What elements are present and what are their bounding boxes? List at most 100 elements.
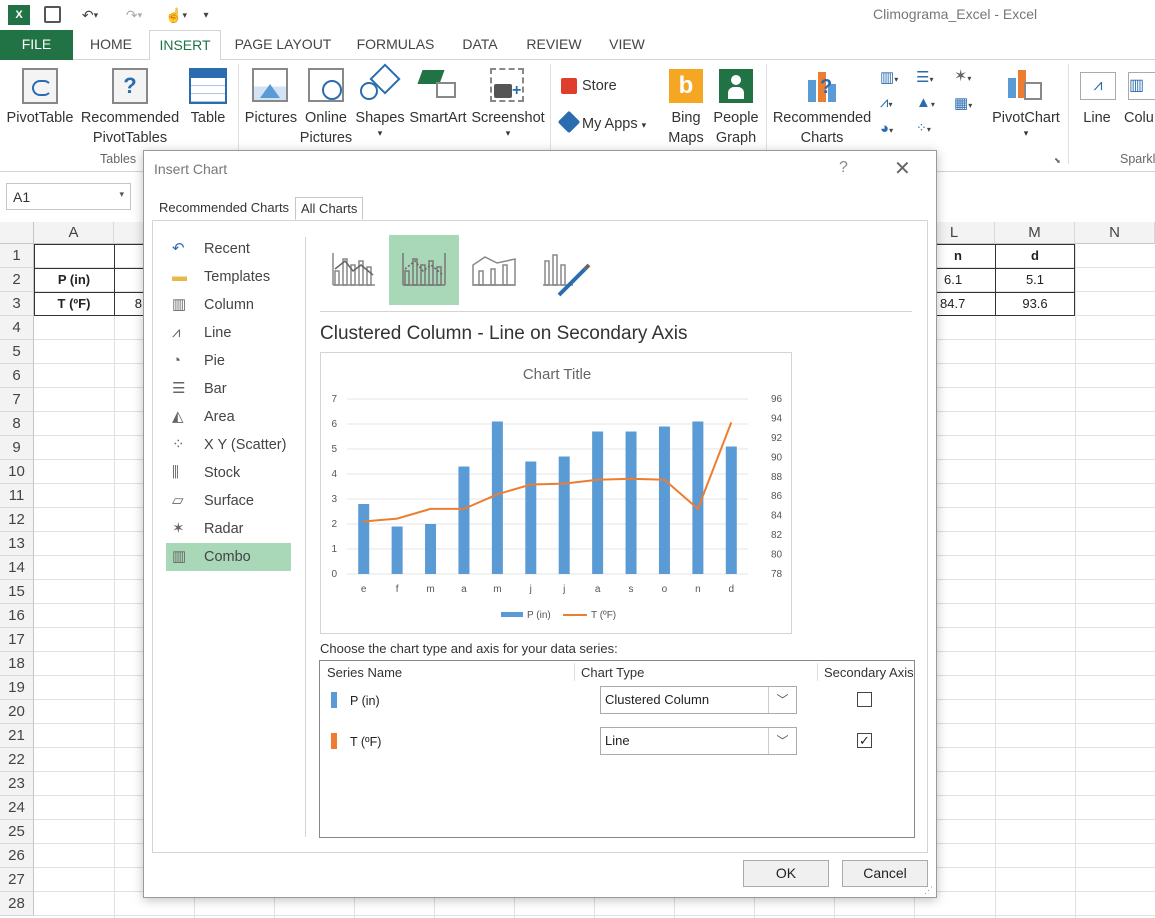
online-pictures-button[interactable]: Online Pictures: [298, 108, 354, 148]
subtype-clustered-column-line[interactable]: [319, 235, 389, 305]
column-header-m[interactable]: M: [995, 222, 1075, 244]
table-button[interactable]: Table: [186, 108, 230, 128]
category-column[interactable]: ▥ Column: [166, 291, 291, 319]
tab-page-layout[interactable]: PAGE LAYOUT: [228, 30, 338, 60]
chevron-down-icon[interactable]: ﹀: [768, 728, 796, 754]
my-apps-button[interactable]: My Apps ▾: [582, 114, 660, 135]
recommended-charts-button[interactable]: Recommended Charts: [770, 108, 874, 148]
row-header-27[interactable]: 27: [0, 868, 34, 892]
row-header-4[interactable]: 4: [0, 316, 34, 340]
row-header-24[interactable]: 24: [0, 796, 34, 820]
row-header-11[interactable]: 11: [0, 484, 34, 508]
close-icon[interactable]: ✕: [894, 156, 911, 181]
row-header-15[interactable]: 15: [0, 580, 34, 604]
sparkline-column-button[interactable]: Colu: [1124, 108, 1155, 128]
tab-formulas[interactable]: FORMULAS: [348, 30, 443, 60]
tab-view[interactable]: VIEW: [598, 30, 656, 60]
row-header-23[interactable]: 23: [0, 772, 34, 796]
redo-icon[interactable]: ↷ ▾: [118, 5, 150, 25]
store-button[interactable]: Store: [582, 76, 622, 96]
tab-review[interactable]: REVIEW: [518, 30, 590, 60]
recommended-pivottables-button[interactable]: Recommended PivotTables: [78, 108, 182, 148]
category-line[interactable]: ⩘ Line: [166, 319, 291, 347]
category-area[interactable]: ◭ Area: [166, 403, 291, 431]
tab-home[interactable]: HOME: [80, 30, 142, 60]
row-header-17[interactable]: 17: [0, 628, 34, 652]
category-x-y-scatter[interactable]: ⁘ X Y (Scatter): [166, 431, 291, 459]
row-header-13[interactable]: 13: [0, 532, 34, 556]
name-box[interactable]: A1 ▾: [6, 183, 131, 210]
select-all-corner[interactable]: [0, 222, 34, 244]
scatter-chart-icon[interactable]: ⁘▾: [916, 120, 946, 138]
subtype-stacked-area-column[interactable]: [459, 235, 529, 305]
row-header-5[interactable]: 5: [0, 340, 34, 364]
row-header-6[interactable]: 6: [0, 364, 34, 388]
row-header-28[interactable]: 28: [0, 892, 34, 916]
row-header-14[interactable]: 14: [0, 556, 34, 580]
pivotchart-button[interactable]: PivotChart ▾: [990, 108, 1062, 138]
ok-button[interactable]: OK: [743, 860, 829, 887]
category-templates[interactable]: ▬ Templates: [166, 263, 291, 291]
row-header-20[interactable]: 20: [0, 700, 34, 724]
row-header-16[interactable]: 16: [0, 604, 34, 628]
customize-qat-icon[interactable]: ▾: [200, 5, 212, 25]
touch-mode-icon[interactable]: ☝ ▾: [160, 5, 192, 25]
row-header-25[interactable]: 25: [0, 820, 34, 844]
row-header-8[interactable]: 8: [0, 412, 34, 436]
save-icon[interactable]: [44, 6, 61, 23]
row-header-26[interactable]: 26: [0, 844, 34, 868]
tab-insert[interactable]: INSERT: [149, 30, 221, 61]
tab-recommended-charts[interactable]: Recommended Charts: [154, 197, 294, 220]
row-header-7[interactable]: 7: [0, 388, 34, 412]
pivottable-button[interactable]: PivotTable: [4, 108, 76, 128]
category-pie[interactable]: ◔ Pie: [166, 347, 291, 375]
smartart-button[interactable]: SmartArt: [406, 108, 470, 128]
dialog-launcher-icon[interactable]: ⬊: [1054, 156, 1061, 165]
cancel-button[interactable]: Cancel: [842, 860, 928, 887]
category-stock[interactable]: ⫼ Stock: [166, 459, 291, 487]
column-header-a[interactable]: A: [34, 222, 114, 244]
subtype-custom-combination[interactable]: [529, 235, 599, 305]
shapes-button[interactable]: Shapes ▾: [352, 108, 408, 138]
category-bar[interactable]: ☰ Bar: [166, 375, 291, 403]
secondary-axis-checkbox[interactable]: [857, 692, 872, 707]
row-header-3[interactable]: 3: [0, 292, 34, 316]
row-header-18[interactable]: 18: [0, 652, 34, 676]
pictures-button[interactable]: Pictures: [242, 108, 300, 128]
screenshot-button[interactable]: Screenshot ▾: [470, 108, 546, 138]
row-header-10[interactable]: 10: [0, 460, 34, 484]
category-surface[interactable]: ▱ Surface: [166, 487, 291, 515]
row-header-2[interactable]: 2: [0, 268, 34, 292]
row-header-19[interactable]: 19: [0, 676, 34, 700]
column-chart-icon[interactable]: ▥▾: [880, 68, 910, 86]
category-radar[interactable]: ✶ Radar: [166, 515, 291, 543]
secondary-axis-checkbox[interactable]: ✓: [857, 733, 872, 748]
tab-file[interactable]: FILE: [0, 30, 73, 60]
category-recent[interactable]: ↶ Recent: [166, 235, 291, 263]
row-header-21[interactable]: 21: [0, 724, 34, 748]
tab-all-charts[interactable]: All Charts: [295, 197, 364, 220]
chart-type-dropdown[interactable]: Line ﹀: [600, 727, 797, 755]
bar-chart-icon[interactable]: ☰▾: [916, 68, 946, 86]
undo-icon[interactable]: ↶ ▾: [76, 5, 104, 25]
area-chart-icon[interactable]: ▲▾: [916, 94, 946, 112]
tab-data[interactable]: DATA: [452, 30, 508, 60]
chevron-down-icon[interactable]: ﹀: [768, 687, 796, 713]
combo-chart-icon[interactable]: ▦▾: [954, 94, 988, 112]
subtype-clustered-column-line-secondary[interactable]: [389, 235, 459, 305]
column-header-b[interactable]: [114, 222, 144, 244]
category-combo[interactable]: ▥ Combo: [166, 543, 291, 571]
row-header-9[interactable]: 9: [0, 436, 34, 460]
line-chart-icon[interactable]: ⩘▾: [880, 94, 910, 112]
help-icon[interactable]: ?: [839, 159, 848, 177]
radar-chart-icon[interactable]: ✶▾: [954, 66, 988, 85]
chart-type-dropdown[interactable]: Clustered Column ﹀: [600, 686, 797, 714]
people-graph-button[interactable]: People Graph: [710, 108, 762, 148]
row-header-1[interactable]: 1: [0, 244, 34, 268]
sparkline-line-button[interactable]: Line: [1078, 108, 1116, 128]
row-header-12[interactable]: 12: [0, 508, 34, 532]
row-header-22[interactable]: 22: [0, 748, 34, 772]
column-header-n[interactable]: N: [1075, 222, 1155, 244]
resize-grip-icon[interactable]: ⋰: [924, 885, 933, 896]
pie-chart-icon[interactable]: ◕▾: [880, 120, 910, 138]
